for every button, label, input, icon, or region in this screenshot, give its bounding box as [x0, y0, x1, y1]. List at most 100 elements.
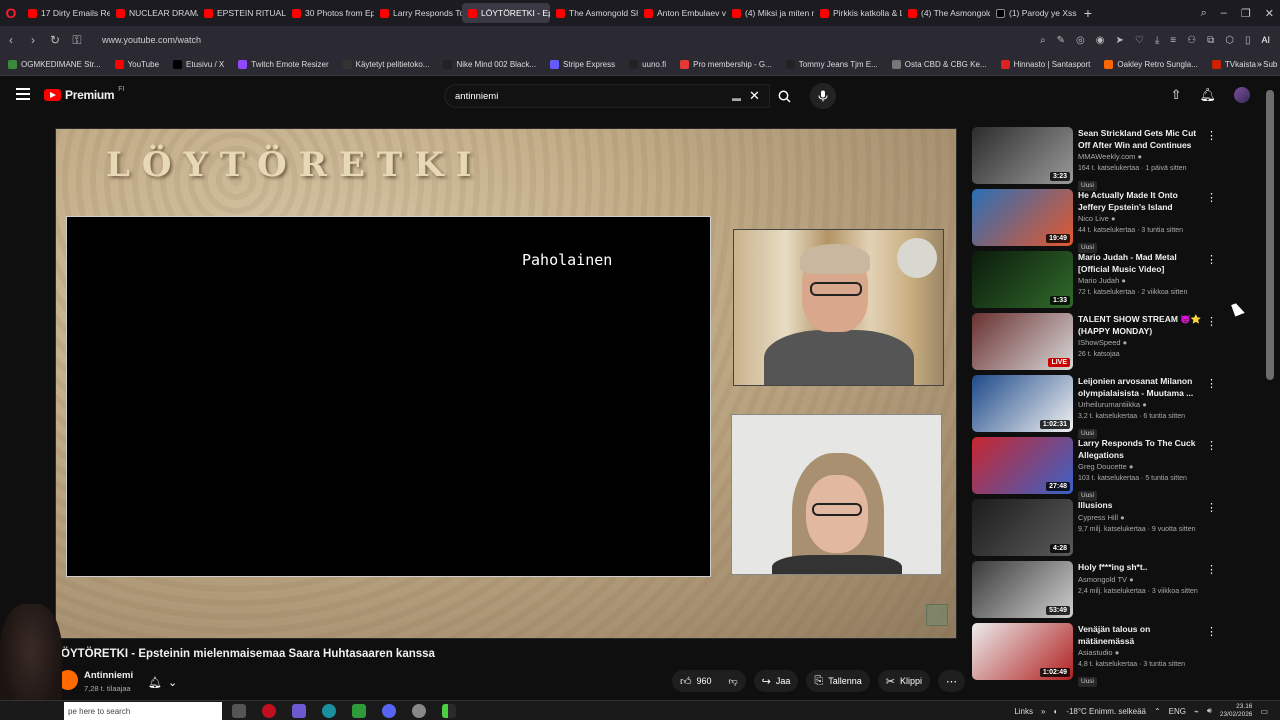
- download-icon[interactable]: ⤓: [1155, 35, 1159, 46]
- bookmark-item[interactable]: YouTube: [114, 60, 159, 69]
- more-options-icon[interactable]: ⋮: [1206, 129, 1217, 142]
- steam-icon[interactable]: [412, 704, 426, 718]
- account-avatar[interactable]: [1234, 87, 1250, 103]
- menu-lines-icon[interactable]: ≡: [1170, 35, 1176, 46]
- weather-text[interactable]: -18°C Enimm. selkeää: [1066, 707, 1146, 716]
- channel-name[interactable]: Greg Doucette ●: [1078, 461, 1204, 473]
- channel-name[interactable]: Urheilurumantiikka ●: [1078, 399, 1204, 411]
- channel-name[interactable]: Antinniemi: [84, 670, 133, 681]
- sidebar-toggle-icon[interactable]: ▯: [1245, 35, 1251, 46]
- notification-center-icon[interactable]: ▭: [1260, 707, 1268, 716]
- upload-icon[interactable]: ⇧: [1171, 87, 1182, 103]
- recommended-video[interactable]: 53:49 Holy f***ing sh*t.. Asmongold TV ● 2,…: [972, 561, 1222, 619]
- clear-search-icon[interactable]: ✕: [749, 88, 760, 104]
- save-button[interactable]: ⎘ Tallenna: [806, 670, 870, 692]
- browser-tab[interactable]: LÖYTÖRETKI - Epstein: [462, 3, 550, 23]
- more-options-icon[interactable]: ⋮: [1206, 377, 1217, 390]
- new-tab-button[interactable]: +: [1078, 5, 1098, 21]
- recommended-video[interactable]: 1:02:49 Venäjän talous on mätänemässä Asia…: [972, 623, 1222, 687]
- camera-icon[interactable]: ◎: [1076, 35, 1085, 46]
- site-info-icon[interactable]: ⚿: [66, 33, 88, 48]
- video-thumbnail[interactable]: 1:02:49: [972, 623, 1073, 680]
- send-icon[interactable]: ➤: [1116, 35, 1124, 46]
- keyboard-icon[interactable]: ▬: [732, 93, 741, 103]
- network-icon[interactable]: ⌁: [1194, 707, 1199, 716]
- dislike-icon[interactable]: 👎︎: [729, 676, 738, 687]
- recommended-video[interactable]: 27:48 Larry Responds To The Cuck Allegati…: [972, 437, 1222, 501]
- discord-icon[interactable]: [382, 704, 396, 718]
- more-options-icon[interactable]: ⋮: [1206, 191, 1217, 204]
- video-title[interactable]: Illusions: [1078, 500, 1204, 512]
- volume-icon[interactable]: 🔊︎: [1207, 706, 1212, 716]
- bookmark-item[interactable]: Pro membership - G...: [680, 60, 772, 69]
- video-player[interactable]: LÖYTÖRETKI Paholainen: [55, 128, 957, 639]
- url-field[interactable]: www.youtube.com/watch: [102, 35, 201, 45]
- bookmark-item[interactable]: Stripe Express: [550, 60, 615, 69]
- ai-button[interactable]: AI: [1261, 35, 1270, 45]
- video-title[interactable]: He Actually Made It Onto Jeffery Epstein…: [1078, 190, 1204, 213]
- channel-name[interactable]: Asmongold TV ●: [1078, 574, 1204, 586]
- video-title[interactable]: Sean Strickland Gets Mic Cut Off After W…: [1078, 128, 1204, 151]
- like-button[interactable]: 👍︎ 960 👎︎: [672, 670, 746, 692]
- wallet-icon[interactable]: ⬡: [1225, 35, 1234, 46]
- search-button[interactable]: [774, 84, 794, 108]
- recommended-video[interactable]: 3:23 Sean Strickland Gets Mic Cut Off Aft…: [972, 127, 1222, 191]
- browser-tab[interactable]: (4) The Asmongold: [902, 3, 990, 23]
- zoom-icon[interactable]: ⌕: [1040, 35, 1046, 46]
- copilot-icon[interactable]: [292, 704, 306, 718]
- bookmark-item[interactable]: Oakley Retro Sungla...: [1104, 60, 1198, 69]
- menu-icon[interactable]: [16, 88, 30, 103]
- video-thumbnail[interactable]: LIVE: [972, 313, 1073, 370]
- recommended-video[interactable]: LIVE TALENT SHOW STREAM 😈⭐ (HAPPY MONDAY)…: [972, 313, 1222, 371]
- heart-icon[interactable]: ♡: [1135, 35, 1144, 46]
- bookmark-item[interactable]: uuno.fi: [629, 60, 666, 69]
- browser-tab[interactable]: Anton Embulaev vi: [638, 3, 726, 23]
- arrow-app-icon[interactable]: [442, 704, 456, 718]
- video-thumbnail[interactable]: 19:49: [972, 189, 1073, 246]
- more-options-icon[interactable]: ⋮: [1206, 253, 1217, 266]
- bookmark-item[interactable]: Käytetyt pelitietoko...: [342, 60, 429, 69]
- channel-watermark[interactable]: [926, 604, 948, 626]
- browser-tab[interactable]: (1) Parody ye Xss: [990, 3, 1078, 23]
- extension-icon[interactable]: ⧉: [1207, 35, 1214, 46]
- search-tabs-icon[interactable]: ⌕: [1201, 7, 1207, 20]
- opera-menu-icon[interactable]: O: [0, 0, 22, 26]
- video-thumbnail[interactable]: 53:49: [972, 561, 1073, 618]
- channel-name[interactable]: Cypress Hill ●: [1078, 512, 1204, 524]
- clock[interactable]: 23.16 23/02/2026: [1220, 703, 1253, 719]
- voice-search-button[interactable]: [810, 83, 836, 109]
- channel-name[interactable]: Mario Judah ●: [1078, 275, 1204, 287]
- bookmark-item[interactable]: Tommy Jeans Tjm E...: [785, 60, 878, 69]
- bookmark-item[interactable]: Osta CBD & CBG Ke...: [891, 60, 987, 69]
- video-thumbnail[interactable]: 1:02:31: [972, 375, 1073, 432]
- bookmark-item[interactable]: Hinnasto | Santasport: [1000, 60, 1090, 69]
- video-title[interactable]: TALENT SHOW STREAM 😈⭐ (HAPPY MONDAY): [1078, 314, 1204, 337]
- recommended-video[interactable]: 4:28 Illusions Cypress Hill ● 9,7 milj. kat…: [972, 499, 1222, 557]
- notifications-bell-icon[interactable]: 🔔︎: [1199, 87, 1216, 103]
- edge-icon[interactable]: [322, 704, 336, 718]
- taskbar-search-input[interactable]: pe here to search: [64, 702, 222, 720]
- channel-name[interactable]: MMAWeekly.com ●: [1078, 151, 1204, 163]
- browser-tab[interactable]: The Asmongold Sh: [550, 3, 638, 23]
- more-options-icon[interactable]: ⋮: [1206, 501, 1217, 514]
- video-title[interactable]: Larry Responds To The Cuck Allegations: [1078, 438, 1204, 461]
- bookmarks-more-icon[interactable]: »: [1256, 59, 1262, 70]
- back-icon[interactable]: ‹: [0, 33, 22, 47]
- browser-tab[interactable]: Larry Responds To T: [374, 3, 462, 23]
- recommended-video[interactable]: 1:02:31 Leijonien arvosanat Milanon olymp…: [972, 375, 1222, 439]
- bookmark-item[interactable]: Twitch Emote Resizer: [238, 60, 329, 69]
- app-green-icon[interactable]: [352, 704, 366, 718]
- video-thumbnail[interactable]: 27:48: [972, 437, 1073, 494]
- video-thumbnail[interactable]: 3:23: [972, 127, 1073, 184]
- browser-tab[interactable]: 17 Dirty Emails Rel: [22, 3, 110, 23]
- tray-expand-icon[interactable]: ⌃: [1154, 707, 1161, 716]
- video-title[interactable]: Venäjän talous on mätänemässä: [1078, 624, 1204, 647]
- vpn-icon[interactable]: ◉: [1096, 35, 1105, 46]
- task-view-icon[interactable]: [232, 704, 246, 718]
- opera-taskbar-icon[interactable]: [262, 704, 276, 718]
- share-button[interactable]: ↪ Jaa: [753, 670, 799, 692]
- recommended-video[interactable]: 1:33 Mario Judah - Mad Metal [Official Mu…: [972, 251, 1222, 309]
- more-options-icon[interactable]: ⋮: [1206, 439, 1217, 452]
- minimize-icon[interactable]: –: [1221, 7, 1227, 19]
- browser-tab[interactable]: 30 Photos from Ep: [286, 3, 374, 23]
